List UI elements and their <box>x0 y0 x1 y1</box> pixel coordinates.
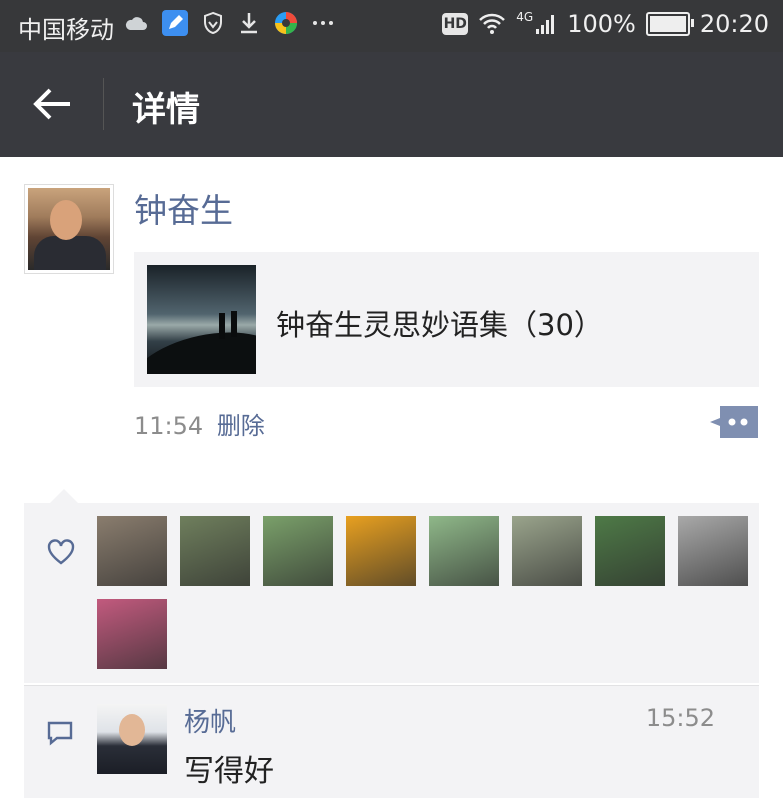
liker-avatar[interactable] <box>346 516 416 586</box>
liker-avatar[interactable] <box>678 516 748 586</box>
liker-avatar-list <box>97 516 757 669</box>
nav-divider <box>103 78 104 130</box>
author-name[interactable]: 钟奋生 <box>134 184 233 232</box>
liker-avatar[interactable] <box>595 516 665 586</box>
battery-icon <box>645 12 694 36</box>
post-meta: 11:54 删除 <box>134 406 265 441</box>
link-thumbnail <box>147 265 256 374</box>
page-title: 详情 <box>132 90 200 130</box>
liker-avatar[interactable] <box>512 516 582 586</box>
status-right: HD 4G 100% 20:20 <box>442 10 769 38</box>
author-avatar[interactable] <box>24 184 114 274</box>
cloud-icon <box>125 17 147 30</box>
back-arrow-icon[interactable] <box>30 82 74 126</box>
navigation-bar: 详情 <box>0 52 783 157</box>
comment-text: 写得好 <box>184 754 274 789</box>
heart-icon <box>47 539 75 565</box>
comment-icon <box>47 721 73 746</box>
more-dots-icon <box>313 21 333 25</box>
hd-badge: HD <box>442 13 469 35</box>
comments-panel: 杨帆 15:52 写得好 <box>24 685 759 798</box>
link-title: 钟奋生灵思妙语集（30） <box>276 308 603 342</box>
likes-panel <box>24 489 759 683</box>
shared-link-card[interactable]: 钟奋生灵思妙语集（30） <box>134 252 759 387</box>
wifi-icon <box>479 13 506 34</box>
post-time: 11:54 <box>134 412 204 440</box>
notification-icons <box>124 10 334 36</box>
comment-time: 15:52 <box>645 704 715 732</box>
signal-icon <box>536 15 555 34</box>
shield-icon <box>204 11 222 35</box>
comment-action-button[interactable] <box>710 406 758 438</box>
commenter-name[interactable]: 杨帆 <box>184 702 236 739</box>
liker-avatar[interactable] <box>97 516 167 586</box>
colorful-app-icon <box>275 12 297 34</box>
download-icon <box>241 13 257 34</box>
liker-avatar[interactable] <box>263 516 333 586</box>
clock: 20:20 <box>699 10 769 38</box>
liker-avatar[interactable] <box>97 599 167 669</box>
commenter-avatar[interactable] <box>97 704 167 774</box>
liker-avatar[interactable] <box>429 516 499 586</box>
liker-avatar[interactable] <box>180 516 250 586</box>
status-bar: 中国移动 HD 4G 100% 20:20 <box>0 0 783 52</box>
edit-app-icon <box>162 10 188 36</box>
carrier-label: 中国移动 <box>18 16 114 44</box>
network-type: 4G <box>516 10 534 24</box>
delete-button[interactable]: 删除 <box>217 412 265 440</box>
battery-percent: 100% <box>567 10 636 38</box>
